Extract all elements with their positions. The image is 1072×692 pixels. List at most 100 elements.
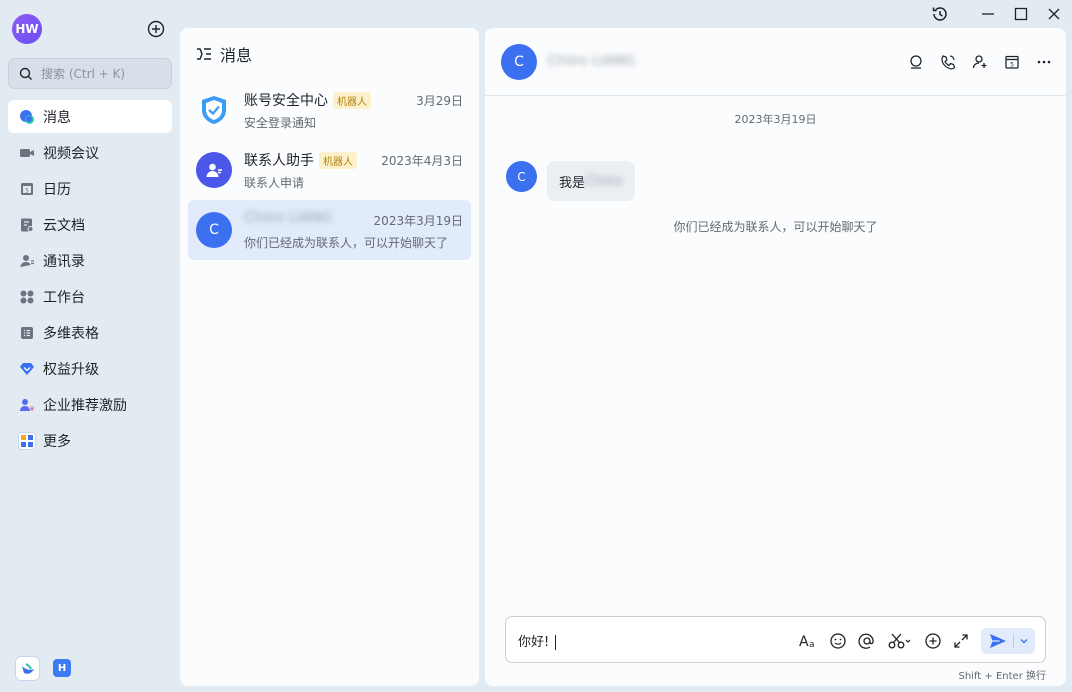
conversation-preview: 你们已经成为联系人，可以开始聊天了 — [244, 236, 449, 250]
left-sidebar: HW 搜索 (Ctrl + K) 消息 视频会议 5 日历 云文档 通讯录 工作… — [0, 0, 180, 692]
sidebar-item-label: 权益升级 — [43, 361, 99, 378]
conversation-time: 2023年4月3日 — [381, 154, 463, 168]
conversation-name-text: 联系人助手 — [244, 153, 314, 169]
sidebar-item-cloud-docs[interactable]: 云文档 — [8, 208, 172, 241]
sidebar-item-calendar[interactable]: 5 日历 — [8, 172, 172, 205]
sidebar-item-label: 云文档 — [43, 217, 85, 234]
avatar[interactable]: C — [506, 161, 537, 192]
conversation-item-security[interactable]: 账号安全中心 机器人 3月29日 安全登录通知 — [188, 80, 471, 140]
conversation-item-contact-assistant[interactable]: 联系人助手 机器人 2023年4月3日 联系人申请 — [188, 140, 471, 200]
close-icon[interactable] — [1044, 4, 1064, 24]
search-input[interactable]: 搜索 (Ctrl + K) — [8, 58, 172, 89]
send-button[interactable] — [981, 628, 1035, 654]
sidebar-item-workbench[interactable]: 工作台 — [8, 280, 172, 313]
doc-icon — [18, 216, 36, 234]
more-apps-icon — [18, 431, 36, 450]
sidebar-item-label: 通讯录 — [43, 253, 85, 270]
chat-actions: 5 — [894, 52, 1054, 72]
more-icon[interactable] — [1034, 52, 1054, 72]
send-hint: Shift + Enter 换行 — [958, 671, 1047, 682]
minimize-icon[interactable] — [978, 4, 998, 24]
sidebar-item-label: 视频会议 — [43, 145, 99, 162]
chat-contact-name[interactable]: Chiiro LIANG — [547, 53, 635, 69]
calendar-icon: 5 — [18, 180, 36, 198]
format-text-icon[interactable]: Aa — [798, 630, 818, 652]
search-chat-icon[interactable] — [906, 52, 926, 72]
svg-text:5: 5 — [25, 187, 29, 194]
maximize-icon[interactable] — [1011, 4, 1031, 24]
avatar[interactable]: HW — [12, 14, 42, 44]
chevron-down-icon[interactable] — [1014, 628, 1034, 654]
conversation-preview: 联系人申请 — [244, 176, 305, 190]
sidebar-item-label: 工作台 — [43, 289, 85, 306]
referral-icon: ¥ — [18, 396, 36, 414]
sidebar-item-referral[interactable]: ¥ 企业推荐激励 — [8, 388, 172, 421]
call-icon[interactable] — [938, 52, 958, 72]
avatar[interactable]: C — [501, 44, 537, 80]
svg-text:¥: ¥ — [30, 405, 35, 413]
expand-icon[interactable] — [953, 630, 969, 652]
message-bubble[interactable]: 我是 Chiiro — [547, 161, 635, 201]
emoji-icon[interactable] — [829, 630, 847, 652]
add-member-icon[interactable] — [970, 52, 990, 72]
bot-tag: 机器人 — [333, 91, 371, 109]
svg-text:a: a — [809, 640, 815, 649]
conversation-list-header: 消息 — [196, 42, 252, 66]
chat-header: C Chiiro LIANG 5 — [485, 28, 1066, 96]
conversation-name: 账号安全中心 机器人 — [244, 90, 371, 110]
workbench-icon — [18, 288, 36, 306]
screenshot-icon[interactable] — [887, 630, 913, 652]
conversation-name-text: Chiiro LIANG — [244, 210, 332, 226]
svg-text:5: 5 — [1010, 62, 1014, 69]
date-separator: 2023年3月19日 — [734, 113, 817, 126]
composer-input[interactable]: 你好! — [518, 631, 557, 650]
composer-toolbar: Aa — [787, 628, 1035, 654]
message-text-blurred: Chiiro — [585, 173, 623, 189]
contact-assistant-icon — [196, 152, 232, 188]
add-icon[interactable] — [146, 19, 166, 39]
composer-text: 你好! — [518, 635, 550, 650]
add-attachment-icon[interactable] — [924, 630, 942, 652]
sidebar-item-label: 多维表格 — [43, 325, 99, 342]
sidebar-item-label: 消息 — [43, 109, 71, 126]
diamond-icon — [18, 360, 36, 378]
message-text: 我是 — [559, 175, 586, 191]
shield-icon — [196, 92, 232, 128]
conversation-name: Chiiro LIANG — [244, 210, 332, 226]
nav-list: 消息 视频会议 5 日历 云文档 通讯录 工作台 多维表格 权益升级 ¥ 企业推… — [8, 100, 172, 460]
contacts-icon — [18, 252, 36, 270]
sidebar-item-label: 日历 — [43, 181, 71, 198]
workspace-badge[interactable]: H — [53, 659, 71, 677]
filter-list-icon[interactable] — [196, 47, 212, 61]
conversation-item-contact[interactable]: C Chiiro LIANG 2023年3月19日 你们已经成为联系人，可以开始… — [188, 200, 471, 260]
sidebar-item-video-meeting[interactable]: 视频会议 — [8, 136, 172, 169]
app-logo-icon[interactable] — [15, 656, 40, 681]
conversation-time: 3月29日 — [416, 94, 463, 108]
sidebar-item-contacts[interactable]: 通讯录 — [8, 244, 172, 277]
mention-icon[interactable] — [858, 630, 876, 652]
search-placeholder: 搜索 (Ctrl + K) — [41, 67, 126, 81]
search-icon — [19, 67, 32, 80]
calendar-event-icon[interactable]: 5 — [1002, 52, 1022, 72]
conversation-name-text: 账号安全中心 — [244, 93, 328, 109]
sidebar-item-label: 更多 — [43, 433, 71, 450]
send-icon — [990, 634, 1006, 648]
message-icon — [18, 108, 36, 126]
video-icon — [18, 144, 36, 162]
sidebar-item-messages[interactable]: 消息 — [8, 100, 172, 133]
message-composer[interactable]: 你好! Aa — [505, 616, 1046, 663]
sidebar-item-bitable[interactable]: 多维表格 — [8, 316, 172, 349]
conversation-preview: 安全登录通知 — [244, 116, 317, 130]
history-icon[interactable] — [930, 4, 950, 24]
svg-text:A: A — [799, 634, 809, 649]
avatar: C — [196, 212, 232, 248]
system-message: 你们已经成为联系人，可以开始聊天了 — [673, 220, 878, 234]
conversation-time: 2023年3月19日 — [373, 214, 463, 228]
page-title: 消息 — [220, 46, 253, 65]
table-icon — [18, 324, 36, 342]
bot-tag: 机器人 — [319, 151, 357, 169]
sidebar-item-more[interactable]: 更多 — [8, 424, 172, 457]
conversation-list: 消息 账号安全中心 机器人 3月29日 安全登录通知 联系人助手 机器人 202… — [180, 28, 479, 686]
conversation-name: 联系人助手 机器人 — [244, 150, 357, 170]
sidebar-item-upgrade[interactable]: 权益升级 — [8, 352, 172, 385]
